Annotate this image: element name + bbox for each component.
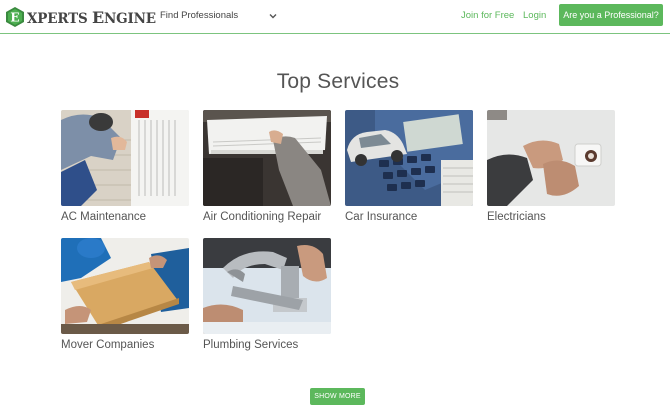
- service-label[interactable]: AC Maintenance: [61, 211, 189, 223]
- logo-word2-first: E: [92, 7, 104, 27]
- plumbing-services-photo[interactable]: [203, 238, 331, 334]
- show-more-button[interactable]: SHOW MORE: [310, 388, 365, 405]
- service-label[interactable]: Air Conditioning Repair: [203, 211, 331, 223]
- air-conditioning-repair-photo[interactable]: [203, 110, 331, 206]
- login-link[interactable]: Login: [523, 10, 546, 21]
- page-title: Top Services: [276, 70, 400, 93]
- service-card-ac-maintenance[interactable]: AC Maintenance: [61, 110, 189, 223]
- car-insurance-photo[interactable]: [345, 110, 473, 206]
- top-navbar: E EXPERTS ENGINE Find Professionals Join…: [0, 0, 670, 34]
- service-card-electricians[interactable]: Electricians: [487, 110, 615, 223]
- logo-wordmark: EXPERTS ENGINE: [27, 8, 156, 27]
- electricians-photo[interactable]: [487, 110, 615, 206]
- logo-badge-icon: E: [4, 6, 26, 28]
- mover-companies-photo[interactable]: [61, 238, 189, 334]
- service-card-air-conditioning-repair[interactable]: Air Conditioning Repair: [203, 110, 331, 223]
- service-card-plumbing-services[interactable]: Plumbing Services: [203, 238, 331, 351]
- find-professionals-dropdown[interactable]: Find Professionals: [160, 10, 278, 21]
- join-for-free-link[interactable]: Join for Free: [461, 10, 514, 21]
- service-card-car-insurance[interactable]: Car Insurance: [345, 110, 473, 223]
- ac-maintenance-photo[interactable]: [61, 110, 189, 206]
- are-you-a-professional-button[interactable]: Are you a Professional?: [559, 4, 663, 26]
- service-label[interactable]: Plumbing Services: [203, 339, 331, 351]
- experts-engine-logo[interactable]: E EXPERTS ENGINE: [4, 6, 156, 28]
- logo-initial: E: [10, 11, 19, 25]
- logo-word2-rest: NGINE: [104, 10, 156, 27]
- service-label[interactable]: Car Insurance: [345, 211, 473, 223]
- logo-word1-rest: XPERTS: [27, 10, 88, 27]
- service-card-mover-companies[interactable]: Mover Companies: [61, 238, 189, 351]
- service-label[interactable]: Mover Companies: [61, 339, 189, 351]
- chevron-down-icon: [269, 13, 277, 18]
- service-label[interactable]: Electricians: [487, 211, 615, 223]
- find-professionals-label: Find Professionals: [160, 10, 239, 21]
